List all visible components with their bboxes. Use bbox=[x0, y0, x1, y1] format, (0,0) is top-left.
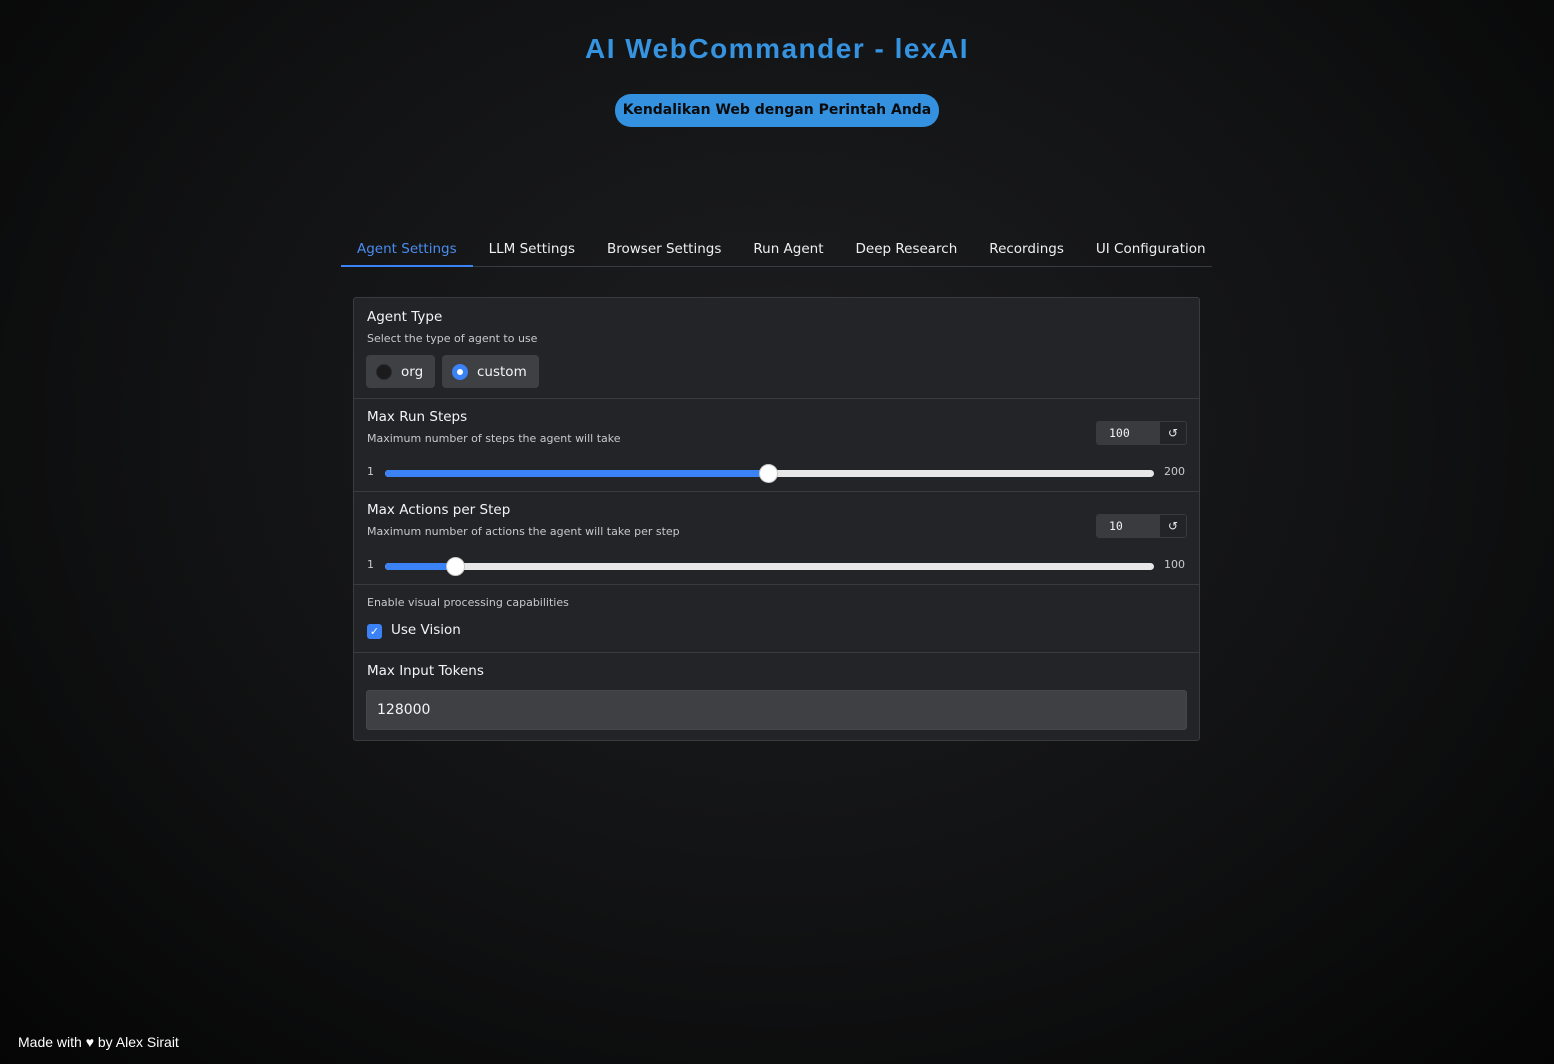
tab-recordings[interactable]: Recordings bbox=[973, 234, 1080, 267]
tab-run-agent[interactable]: Run Agent bbox=[737, 234, 839, 267]
range-min-label: 1 bbox=[367, 465, 374, 478]
max-run-steps-label: Max Run Steps bbox=[367, 409, 468, 425]
max-input-tokens-label: Max Input Tokens bbox=[367, 663, 484, 679]
max-run-steps-block: Max Run Steps Maximum number of steps th… bbox=[354, 399, 1199, 492]
max-actions-label: Max Actions per Step bbox=[367, 502, 511, 518]
radio-option-org-label: org bbox=[401, 363, 424, 380]
tab-bar: Agent Settings LLM Settings Browser Sett… bbox=[341, 234, 1212, 267]
app-title: AI WebCommander - lexAI bbox=[584, 33, 970, 64]
max-input-tokens-block: Max Input Tokens 128000 bbox=[354, 653, 1199, 741]
radio-checked-icon bbox=[452, 363, 468, 380]
slider-fill bbox=[385, 563, 455, 570]
agent-type-block: Agent Type Select the type of agent to u… bbox=[354, 298, 1199, 399]
app-subtitle-badge: Kendalikan Web dengan Perintah Anda bbox=[614, 94, 940, 127]
radio-option-org[interactable]: org bbox=[366, 355, 436, 388]
max-input-tokens-input[interactable]: 128000 bbox=[366, 690, 1187, 730]
max-actions-slider-thumb[interactable] bbox=[445, 557, 465, 576]
max-run-steps-input[interactable]: 100 bbox=[1097, 422, 1160, 444]
use-vision-block: Enable visual processing capabilities ✓ … bbox=[354, 585, 1199, 653]
max-actions-number: 10 ↺ bbox=[1096, 514, 1187, 538]
tab-ui-configuration[interactable]: UI Configuration bbox=[1080, 234, 1222, 267]
reset-icon[interactable]: ↺ bbox=[1160, 515, 1186, 537]
use-vision-info: Enable visual processing capabilities bbox=[367, 596, 569, 609]
max-actions-slider-track[interactable] bbox=[385, 557, 1154, 576]
range-min-label: 1 bbox=[367, 558, 374, 571]
tab-browser-settings[interactable]: Browser Settings bbox=[591, 234, 737, 267]
agent-type-label: Agent Type bbox=[367, 309, 443, 325]
reset-icon[interactable]: ↺ bbox=[1160, 422, 1186, 444]
range-max-label: 200 bbox=[1164, 465, 1185, 478]
tab-llm-settings[interactable]: LLM Settings bbox=[473, 234, 591, 267]
max-run-steps-slider-thumb[interactable] bbox=[758, 464, 778, 483]
use-vision-checkbox[interactable]: ✓ bbox=[367, 624, 382, 639]
max-run-steps-slider-track[interactable] bbox=[385, 464, 1154, 483]
slider-fill bbox=[385, 470, 768, 477]
tab-deep-research[interactable]: Deep Research bbox=[840, 234, 974, 267]
tab-agent-settings[interactable]: Agent Settings bbox=[341, 234, 473, 267]
radio-option-custom[interactable]: custom bbox=[442, 355, 539, 388]
agent-settings-panel: Agent Type Select the type of agent to u… bbox=[353, 297, 1200, 741]
max-actions-info: Maximum number of actions the agent will… bbox=[367, 525, 680, 538]
max-actions-input[interactable]: 10 bbox=[1097, 515, 1160, 537]
footer-credit: Made with ♥ by Alex Sirait bbox=[18, 1034, 179, 1050]
agent-type-info: Select the type of agent to use bbox=[367, 332, 538, 345]
radio-unchecked-icon bbox=[376, 363, 392, 380]
max-run-steps-info: Maximum number of steps the agent will t… bbox=[367, 432, 621, 445]
range-max-label: 100 bbox=[1164, 558, 1185, 571]
max-run-steps-number: 100 ↺ bbox=[1096, 421, 1187, 445]
max-actions-block: Max Actions per Step Maximum number of a… bbox=[354, 492, 1199, 585]
use-vision-label[interactable]: Use Vision bbox=[391, 622, 461, 638]
radio-option-custom-label: custom bbox=[477, 363, 527, 380]
